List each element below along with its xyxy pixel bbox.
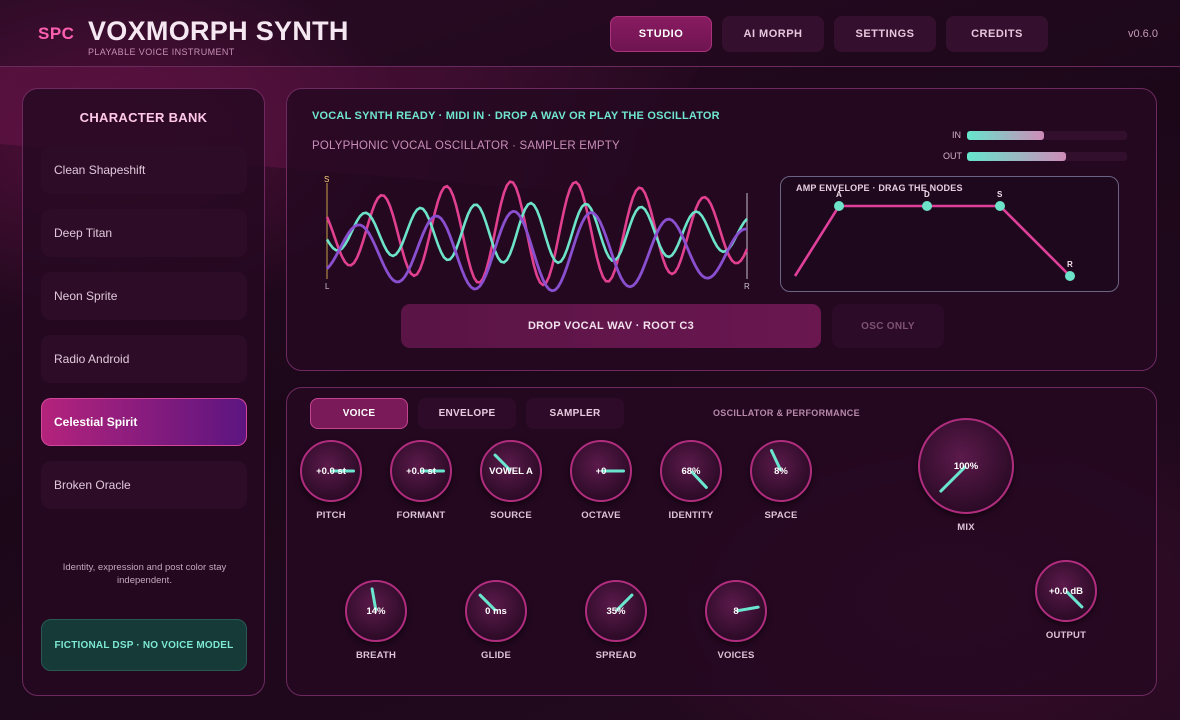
output-knob-dial[interactable]: +0.0 dB	[1035, 560, 1097, 622]
version-label: v0.6.0	[1128, 28, 1158, 40]
identity-label: IDENTITY	[668, 510, 714, 521]
tab-studio[interactable]: STUDIO	[610, 16, 712, 52]
character-deep-titan[interactable]: Deep Titan	[41, 209, 247, 257]
character-neon-sprite[interactable]: Neon Sprite	[41, 272, 247, 320]
envelope-sustain-label: S	[997, 190, 1003, 199]
identity-knob[interactable]: 68%	[660, 440, 722, 502]
voices-knob[interactable]: 8	[705, 580, 767, 642]
octave-knob-dial[interactable]: +0	[570, 440, 632, 502]
space-knob[interactable]: 8%	[750, 440, 812, 502]
synth-status: VOCAL SYNTH READY · MIDI IN · DROP A WAV…	[312, 110, 720, 122]
character-clean-shapeshift[interactable]: Clean Shapeshift	[41, 146, 247, 194]
envelope-graph: A D S R	[793, 190, 1075, 281]
output-value: +0.0 dB	[1048, 586, 1084, 597]
input-meter	[967, 131, 1127, 140]
mix-label: MIX	[957, 522, 975, 533]
output-meter-fill	[967, 152, 1067, 161]
source-knob[interactable]: VOWEL A	[480, 440, 542, 502]
envelope-release-label: R	[1067, 260, 1073, 269]
formant-knob-dial[interactable]: +0.0 st	[390, 440, 452, 502]
breath-knob-dial[interactable]: 14%	[345, 580, 407, 642]
osc-only-button[interactable]: OSC ONLY	[832, 304, 944, 348]
tab-voice[interactable]: VOICE	[310, 398, 408, 429]
envelope-release-node[interactable]	[1065, 271, 1075, 281]
spread-label: SPREAD	[595, 650, 637, 661]
tab-sampler[interactable]: SAMPLER	[526, 398, 624, 429]
tab-settings[interactable]: SETTINGS	[834, 16, 936, 52]
breath-value: 14%	[366, 606, 386, 617]
voices-knob-dial[interactable]: 8	[705, 580, 767, 642]
main-nav: STUDIO AI MORPH SETTINGS CREDITS	[610, 16, 1048, 52]
pitch-knob[interactable]: +0.0 st	[300, 440, 362, 502]
dsp-disclaimer-badge: FICTIONAL DSP · NO VOICE MODEL	[41, 619, 247, 671]
identity-value: 68%	[681, 466, 701, 477]
output-meter	[967, 152, 1127, 161]
brand-logo: SPC	[38, 24, 75, 43]
mix-knob-dial[interactable]: 100%	[918, 418, 1014, 514]
space-value: 8%	[774, 466, 788, 477]
amp-envelope-label: AMP ENVELOPE · DRAG THE NODES	[796, 183, 963, 193]
pitch-value: +0.0 st	[316, 466, 346, 477]
octave-label: OCTAVE	[581, 510, 621, 521]
app-subtitle: PLAYABLE VOICE INSTRUMENT	[88, 47, 235, 57]
space-label: SPACE	[764, 510, 798, 521]
mix-value: 100%	[953, 461, 979, 472]
formant-label: FORMANT	[396, 510, 446, 521]
output-meter-label: OUT	[943, 151, 962, 161]
tab-credits[interactable]: CREDITS	[946, 16, 1048, 52]
output-label: OUTPUT	[1045, 630, 1087, 641]
visualizer-panel: VOCAL SYNTH READY · MIDI IN · DROP A WAV…	[286, 88, 1157, 371]
character-bank-panel: CHARACTER BANK Clean Shapeshift Deep Tit…	[22, 88, 265, 696]
glide-knob[interactable]: 0 ms	[465, 580, 527, 642]
input-meter-label: IN	[952, 130, 961, 140]
wave-right-marker[interactable]: R	[744, 282, 750, 291]
glide-value: 0 ms	[485, 606, 507, 617]
bank-note: Identity, expression and post color stay…	[62, 562, 227, 586]
breath-knob[interactable]: 14%	[345, 580, 407, 642]
breath-label: BREATH	[355, 650, 397, 661]
wave-start-marker[interactable]: S	[324, 175, 329, 184]
glide-knob-dial[interactable]: 0 ms	[465, 580, 527, 642]
formant-value: +0.0 st	[406, 466, 436, 477]
oscillator-status: POLYPHONIC VOCAL OSCILLATOR · SAMPLER EM…	[312, 140, 620, 152]
mix-knob[interactable]: 100%	[918, 418, 1014, 514]
character-radio-android[interactable]: Radio Android	[41, 335, 247, 383]
character-bank-title: CHARACTER BANK	[79, 110, 208, 125]
spread-value: 35%	[606, 606, 626, 617]
section-label: OSCILLATOR & PERFORMANCE	[713, 408, 860, 418]
character-celestial-spirit[interactable]: Celestial Spirit	[41, 398, 247, 446]
spread-knob[interactable]: 35%	[585, 580, 647, 642]
octave-value: +0	[595, 466, 607, 477]
source-knob-dial[interactable]: VOWEL A	[480, 440, 542, 502]
input-meter-fill	[967, 131, 1044, 140]
app-header: SPC VOXMORPH SYNTH PLAYABLE VOICE INSTRU…	[0, 0, 1180, 67]
pitch-knob-dial[interactable]: +0.0 st	[300, 440, 362, 502]
voices-value: 8	[733, 606, 739, 617]
envelope-attack-node[interactable]	[834, 201, 844, 211]
character-broken-oracle[interactable]: Broken Oracle	[41, 461, 247, 509]
controls-panel: VOICE ENVELOPE SAMPLER OSCILLATOR & PERF…	[286, 387, 1157, 696]
envelope-sustain-node[interactable]	[995, 201, 1005, 211]
glide-label: GLIDE	[480, 650, 512, 661]
amp-envelope-editor[interactable]: AMP ENVELOPE · DRAG THE NODES A D S R	[780, 176, 1119, 292]
formant-knob[interactable]: +0.0 st	[390, 440, 452, 502]
app-title: VOXMORPH SYNTH	[88, 16, 349, 46]
envelope-decay-node[interactable]	[922, 201, 932, 211]
tab-envelope[interactable]: ENVELOPE	[418, 398, 516, 429]
space-knob-dial[interactable]: 8%	[750, 440, 812, 502]
source-value: VOWEL A	[489, 466, 533, 477]
voices-label: VOICES	[717, 650, 755, 661]
output-knob[interactable]: +0.0 dB	[1035, 560, 1097, 622]
waveform-pink	[325, 180, 749, 287]
wave-left-marker[interactable]: L	[325, 282, 330, 291]
source-label: SOURCE	[490, 510, 532, 521]
identity-knob-dial[interactable]: 68%	[660, 440, 722, 502]
octave-knob[interactable]: +0	[570, 440, 632, 502]
drop-vocal-wav-button[interactable]: DROP VOCAL WAV · ROOT C3	[401, 304, 821, 348]
tab-ai-morph[interactable]: AI MORPH	[722, 16, 824, 52]
waveform-display: S L R	[324, 175, 750, 293]
pitch-label: PITCH	[316, 510, 346, 521]
spread-knob-dial[interactable]: 35%	[585, 580, 647, 642]
